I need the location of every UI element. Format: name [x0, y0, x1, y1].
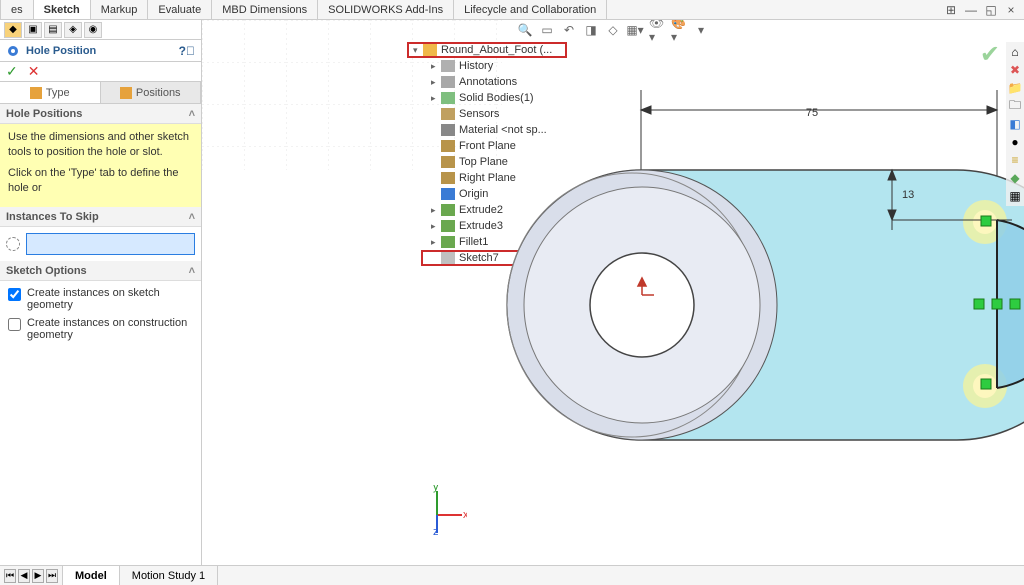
hole-wizard-icon — [6, 44, 20, 58]
bottom-tab-motion-study[interactable]: Motion Study 1 — [120, 566, 218, 585]
dimxpert-tab-icon[interactable]: ◈ — [64, 22, 82, 38]
hide-show-icon[interactable]: 👁▾ — [649, 22, 665, 38]
part-body — [507, 170, 1024, 440]
appearances-icon[interactable]: ● — [1007, 134, 1023, 150]
svg-text:z: z — [433, 526, 439, 535]
display-manager-tab-icon[interactable]: ◉ — [84, 22, 102, 38]
ribbon-tabs: es Sketch Markup Evaluate MBD Dimensions… — [0, 0, 1024, 20]
close-icon[interactable]: × — [1004, 3, 1018, 17]
bottom-tabs: ⏮ ◀ ▶ ⏭ Model Motion Study 1 — [0, 565, 1024, 585]
graphics-area[interactable]: 🔍 ▭ ↶ ◨ ◇ ▦▾ 👁▾ 🎨▾ ▾ ✔ ▾Round_About_Foot… — [202, 20, 1024, 565]
ribbon-tab-stub[interactable]: es — [0, 0, 34, 19]
ribbon-tab-sketch[interactable]: Sketch — [34, 0, 91, 19]
hole-positions-help: Use the dimensions and other sketch tool… — [0, 124, 201, 207]
scene-icon[interactable]: ▾ — [693, 22, 709, 38]
section-instances-to-skip[interactable]: Instances To Skip˄ — [0, 207, 201, 227]
ribbon-tab-mbd[interactable]: MBD Dimensions — [212, 0, 318, 19]
heads-up-toolbar: 🔍 ▭ ↶ ◨ ◇ ▦▾ 👁▾ 🎨▾ ▾ — [517, 22, 709, 38]
file-explorer-icon[interactable]: 🗀 — [1007, 98, 1023, 114]
panel-title-text: Hole Position — [26, 45, 96, 57]
confirm-corner-icon[interactable]: ✔ — [980, 40, 1000, 69]
hole-subtabs: Type Positions — [0, 82, 201, 104]
ribbon-tab-addins[interactable]: SOLIDWORKS Add-Ins — [318, 0, 454, 19]
svg-text:y: y — [433, 485, 439, 493]
forum-icon[interactable]: ◆ — [1007, 170, 1023, 186]
tab-positions[interactable]: Positions — [101, 82, 202, 103]
property-manager-tab-icon[interactable]: ▣ — [24, 22, 42, 38]
sketch-options-body: Create instances on sketch geometry Crea… — [0, 281, 201, 353]
minimize-icon[interactable]: — — [964, 3, 978, 17]
checkbox-instances-sketch-geom[interactable]: Create instances on sketch geometry — [8, 287, 193, 311]
dim-width: 75 — [806, 107, 818, 119]
confirm-row: ✓ ✕ — [0, 62, 201, 82]
svg-text:x: x — [463, 509, 467, 521]
property-manager: ◆ ▣ ▤ ◈ ◉ Hole Position ?⃝ ✓ ✕ Type Posi… — [0, 20, 202, 565]
config-manager-tab-icon[interactable]: ▤ — [44, 22, 62, 38]
ribbon-tab-markup[interactable]: Markup — [91, 0, 149, 19]
cancel-button[interactable]: ✕ — [28, 63, 40, 80]
nav-next-icon[interactable]: ▶ — [32, 569, 44, 583]
more-icon[interactable]: ▦ — [1007, 188, 1023, 204]
instances-skip-row — [0, 227, 201, 261]
ribbon-tab-evaluate[interactable]: Evaluate — [148, 0, 212, 19]
tree-history[interactable]: ▸History — [421, 58, 567, 74]
section-hole-positions[interactable]: Hole Positions˄ — [0, 104, 201, 124]
close-panel-icon[interactable]: ✖ — [1007, 62, 1023, 78]
bottom-tab-model[interactable]: Model — [63, 566, 120, 585]
panel-title: Hole Position ?⃝ — [0, 40, 201, 62]
restore-icon[interactable]: ◱ — [984, 3, 998, 17]
chevron-up-icon: ˄ — [189, 108, 195, 120]
chevron-up-icon: ˄ — [189, 265, 195, 277]
appearance-icon[interactable]: 🎨▾ — [671, 22, 687, 38]
custom-properties-icon[interactable]: ≡ — [1007, 152, 1023, 168]
manager-tabs: ◆ ▣ ▤ ◈ ◉ — [0, 20, 201, 40]
orientation-triad[interactable]: x y z — [417, 485, 467, 535]
checkbox-instances-construction-geom[interactable]: Create instances on construction geometr… — [8, 317, 193, 341]
part-drawing: 75 — [392, 80, 1024, 480]
ribbon-tab-lifecycle[interactable]: Lifecycle and Collaboration — [454, 0, 607, 19]
nav-prev-icon[interactable]: ◀ — [18, 569, 30, 583]
nav-first-icon[interactable]: ⏮ — [4, 569, 16, 583]
view-palette-icon[interactable]: ◧ — [1007, 116, 1023, 132]
skip-icon — [6, 237, 20, 251]
section-view-icon[interactable]: ◨ — [583, 22, 599, 38]
zoom-fit-icon[interactable]: 🔍 — [517, 22, 533, 38]
bottom-nav: ⏮ ◀ ▶ ⏭ — [0, 566, 63, 585]
design-library-icon[interactable]: 📁 — [1007, 80, 1023, 96]
type-icon — [30, 87, 42, 99]
nav-last-icon[interactable]: ⏭ — [46, 569, 58, 583]
tab-type[interactable]: Type — [0, 82, 101, 103]
solidworks-resources-icon[interactable]: ⌂ — [1007, 44, 1023, 60]
instances-skip-field[interactable] — [26, 233, 195, 255]
ok-button[interactable]: ✓ — [6, 63, 18, 80]
zoom-area-icon[interactable]: ▭ — [539, 22, 555, 38]
section-sketch-options[interactable]: Sketch Options˄ — [0, 261, 201, 281]
help-icon[interactable]: ?⃝ — [179, 44, 195, 58]
display-style-icon[interactable]: ▦▾ — [627, 22, 643, 38]
task-pane: ⌂ ✖ 📁 🗀 ◧ ● ≡ ◆ ▦ — [1006, 42, 1024, 206]
mdi-window-controls: ⊞ — ◱ × — [938, 0, 1024, 19]
feature-manager-tab-icon[interactable]: ◆ — [4, 22, 22, 38]
positions-icon — [120, 87, 132, 99]
tree-root[interactable]: ▾Round_About_Foot (... — [407, 42, 567, 58]
prev-view-icon[interactable]: ↶ — [561, 22, 577, 38]
search-icon[interactable]: ⊞ — [944, 3, 958, 17]
view-orient-icon[interactable]: ◇ — [605, 22, 621, 38]
dim-offset: 13 — [902, 189, 914, 201]
chevron-up-icon: ˄ — [189, 211, 195, 223]
